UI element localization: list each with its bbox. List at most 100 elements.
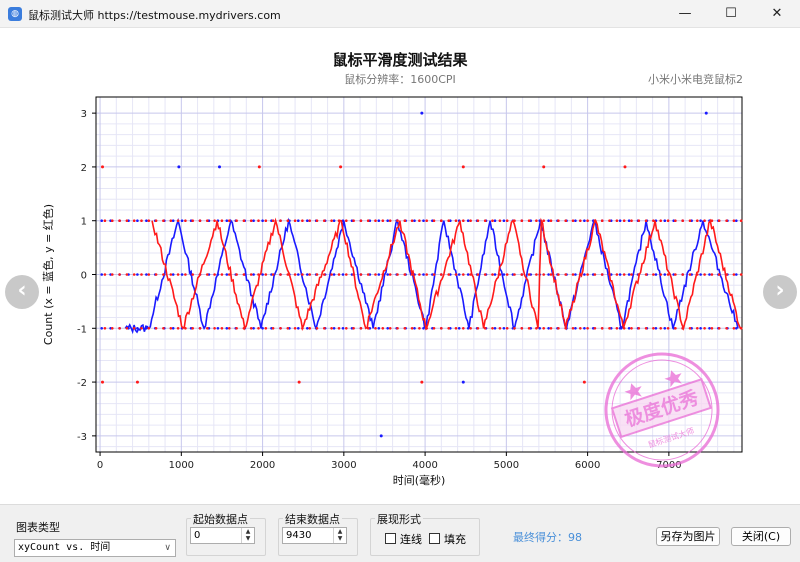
data-point xyxy=(469,273,472,276)
end-point-spinner[interactable]: 9430 ▲ ▼ xyxy=(282,527,347,544)
data-point xyxy=(359,219,363,222)
data-point xyxy=(422,219,425,222)
data-point xyxy=(622,273,626,276)
data-point xyxy=(271,273,275,276)
data-point xyxy=(103,219,107,222)
data-point xyxy=(315,219,319,222)
data-point xyxy=(118,273,121,276)
data-point xyxy=(644,327,648,330)
data-point xyxy=(147,327,151,330)
close-button[interactable]: 关闭(C) xyxy=(731,527,791,546)
outlier-point xyxy=(101,380,105,384)
data-point xyxy=(330,327,333,330)
data-point xyxy=(717,327,721,330)
data-point xyxy=(466,327,470,330)
fill-checkbox[interactable]: 填充 xyxy=(429,531,466,547)
data-point xyxy=(615,273,619,276)
y-tick-label: -1 xyxy=(77,324,87,335)
data-point xyxy=(600,219,604,222)
data-point xyxy=(608,219,611,222)
data-point xyxy=(198,219,202,222)
start-point-spinner[interactable]: 0 ▲ ▼ xyxy=(190,527,255,544)
data-point xyxy=(483,327,487,330)
data-point xyxy=(564,273,567,276)
data-point xyxy=(386,327,390,330)
data-point xyxy=(297,327,300,330)
x-tick-label: 6000 xyxy=(575,460,600,471)
outlier-point xyxy=(339,165,343,169)
data-point xyxy=(261,219,264,222)
data-point xyxy=(381,327,385,330)
data-point xyxy=(432,327,436,330)
save-image-button[interactable]: 另存为图片 xyxy=(656,527,720,546)
data-point xyxy=(413,219,416,222)
data-point xyxy=(732,273,736,276)
data-point xyxy=(191,219,194,222)
data-point xyxy=(306,273,309,276)
checkbox-icon[interactable] xyxy=(429,533,440,544)
data-point xyxy=(454,273,458,276)
data-point xyxy=(118,327,121,330)
outlier-point xyxy=(704,111,708,115)
final-score: 最终得分：98 xyxy=(513,531,582,544)
data-point xyxy=(169,273,173,276)
data-point xyxy=(345,327,348,330)
data-point xyxy=(469,219,472,222)
data-point xyxy=(337,219,341,222)
data-point xyxy=(100,327,103,330)
outlier-point xyxy=(461,165,465,169)
data-point xyxy=(600,273,604,276)
previous-chart-button[interactable]: ‹ xyxy=(5,275,39,309)
data-point xyxy=(103,273,107,276)
data-point xyxy=(206,273,209,276)
fill-checkbox-label: 填充 xyxy=(444,533,466,546)
data-point xyxy=(469,327,472,330)
data-point xyxy=(180,219,184,222)
chevron-down-icon: ∨ xyxy=(164,543,171,553)
data-point xyxy=(147,273,151,276)
data-point xyxy=(457,327,461,330)
outlier-point xyxy=(297,380,301,384)
data-point xyxy=(725,219,728,222)
data-point xyxy=(257,219,260,222)
outlier-point xyxy=(135,380,139,384)
data-point xyxy=(630,273,633,276)
minimize-button[interactable]: — xyxy=(662,0,708,28)
data-point xyxy=(505,273,509,276)
spinner-arrows-icon[interactable]: ▲ ▼ xyxy=(333,528,346,543)
data-point xyxy=(286,273,290,276)
data-point xyxy=(422,273,425,276)
data-point xyxy=(403,273,407,276)
data-point xyxy=(332,219,336,222)
chart-type-select[interactable]: xyCount vs. 时间 ∨ xyxy=(14,539,176,557)
spinner-arrows-icon[interactable]: ▲ ▼ xyxy=(241,528,254,543)
data-point xyxy=(330,273,333,276)
data-point xyxy=(264,327,268,330)
data-point xyxy=(228,273,231,276)
data-point xyxy=(132,273,136,276)
maximize-button[interactable]: ☐ xyxy=(708,0,754,28)
data-point xyxy=(618,327,622,330)
data-point xyxy=(308,327,312,330)
data-point xyxy=(739,273,743,276)
data-point xyxy=(502,219,506,222)
data-point xyxy=(462,273,465,276)
data-point xyxy=(586,273,589,276)
data-point xyxy=(100,219,103,222)
next-chart-button[interactable]: › xyxy=(763,275,797,309)
data-point xyxy=(527,327,531,330)
data-point xyxy=(547,273,550,276)
data-point xyxy=(493,273,497,276)
data-point xyxy=(593,219,597,222)
lines-checkbox[interactable]: 连线 xyxy=(385,531,422,547)
close-window-button[interactable]: ✕ xyxy=(754,0,800,28)
checkbox-icon[interactable] xyxy=(385,533,396,544)
data-point xyxy=(618,219,622,222)
stamp-ring-text: 鼠标测试大师 xyxy=(647,425,696,449)
data-point xyxy=(352,327,355,330)
outlier-point xyxy=(582,380,586,384)
data-point xyxy=(466,219,470,222)
app-mouse-icon: ◍ xyxy=(8,7,22,21)
data-point xyxy=(710,219,714,222)
data-point xyxy=(699,219,702,222)
